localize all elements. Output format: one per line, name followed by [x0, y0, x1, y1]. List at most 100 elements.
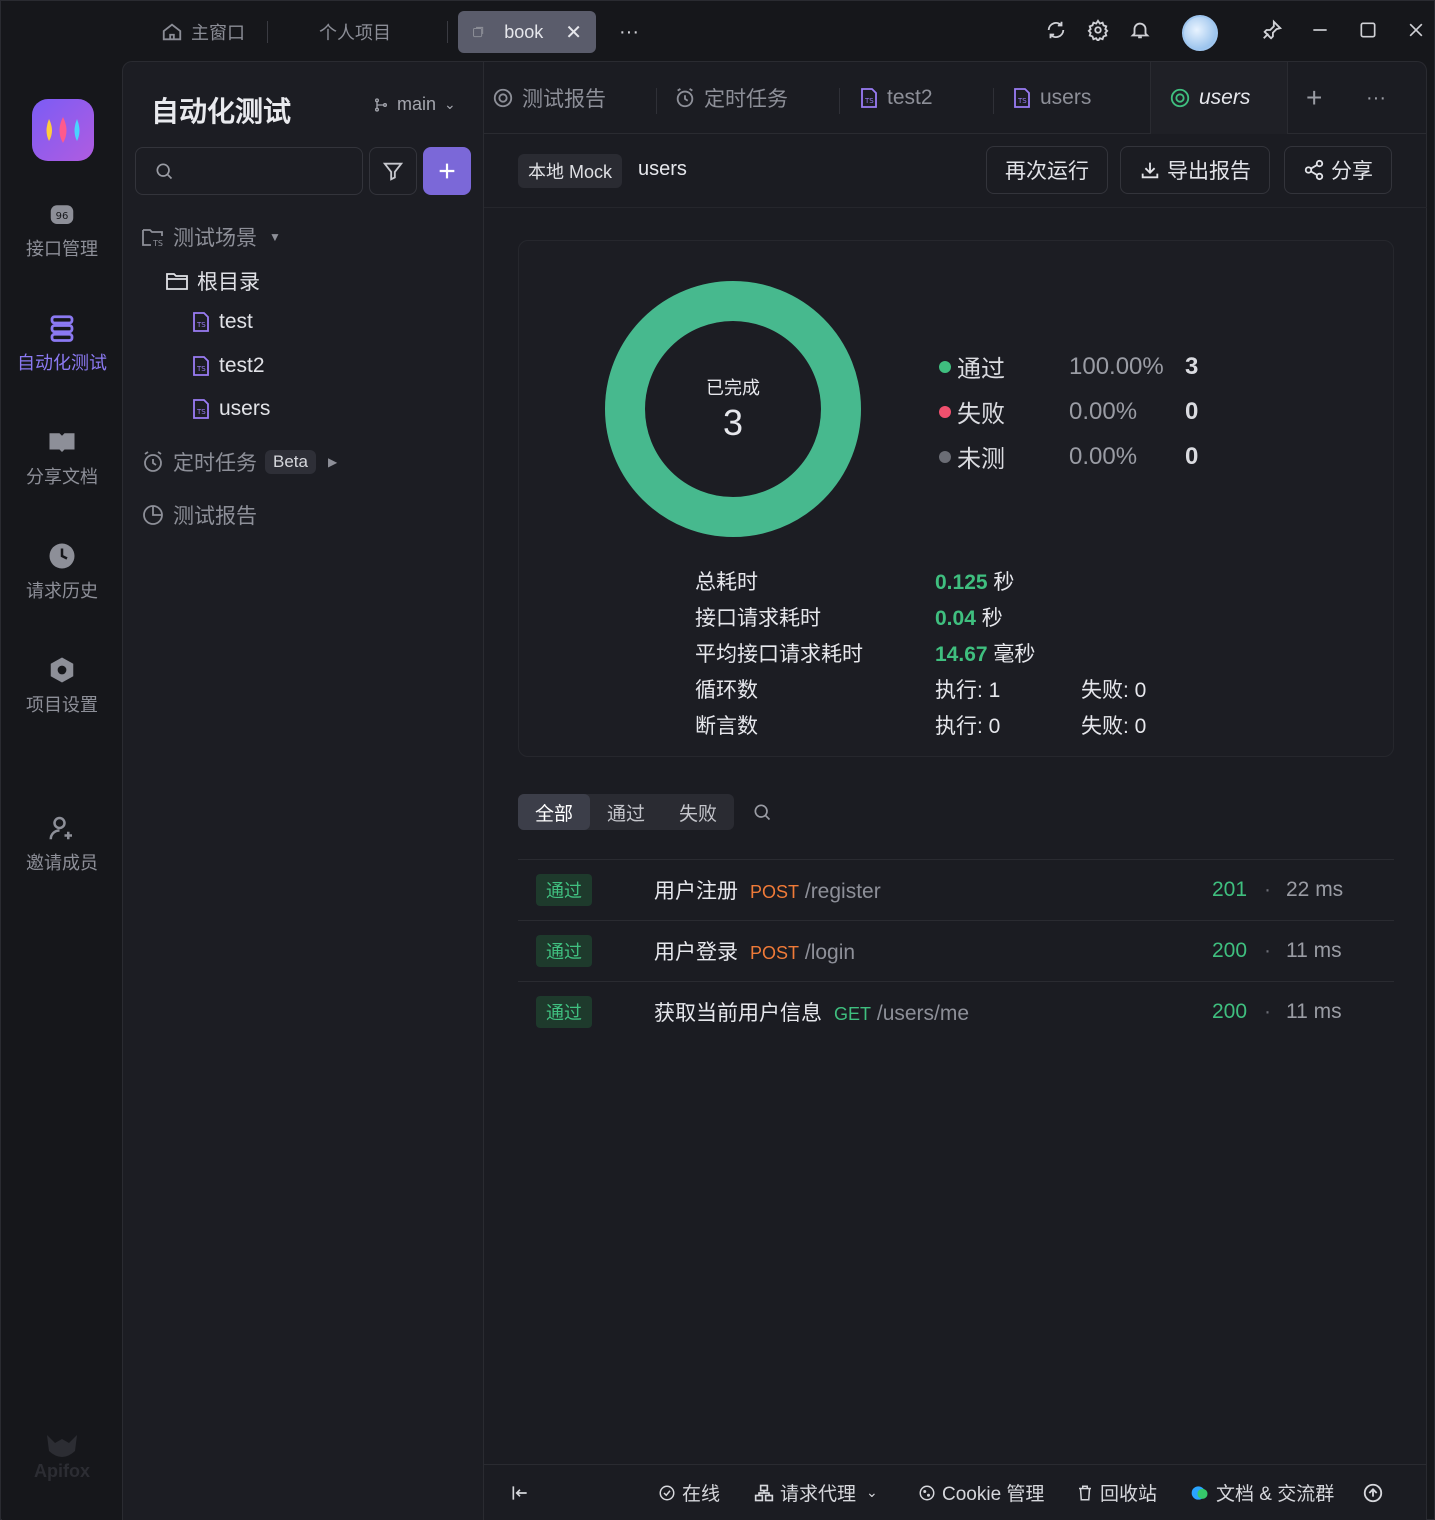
status-code: 200: [1212, 939, 1248, 962]
rail-item-history[interactable]: 请求历史: [2, 541, 122, 603]
tab-schedule[interactable]: 定时任务: [674, 62, 788, 134]
tree-schedule[interactable]: 定时任务 Beta ▶: [141, 447, 337, 477]
duration: 22 ms: [1286, 878, 1344, 901]
minimize-icon[interactable]: [1307, 17, 1333, 43]
ts-file-icon: TS: [193, 356, 209, 376]
result-row[interactable]: 通过 用户登录 POST /login 200 · 11 ms: [518, 920, 1394, 981]
filter-fail[interactable]: 失败: [662, 794, 734, 830]
tree-scenarios[interactable]: TS 测试场景 ▼: [141, 222, 281, 252]
upload-icon[interactable]: [1362, 1482, 1384, 1504]
stat-unit: 秒: [981, 607, 1003, 630]
tab-overflow-button[interactable]: ···: [1366, 62, 1386, 134]
tab-label: test2: [887, 86, 933, 109]
sync-icon[interactable]: [1043, 17, 1069, 43]
tree-root-folder[interactable]: 根目录: [165, 266, 260, 296]
env-badge[interactable]: 本地 Mock: [518, 154, 623, 188]
filter-all[interactable]: 全部: [518, 794, 591, 830]
rail-item-settings[interactable]: 项目设置: [2, 655, 122, 717]
status-code: 200: [1212, 1000, 1248, 1023]
close-window-icon[interactable]: [1403, 17, 1429, 43]
tree-file-users[interactable]: TS users: [191, 397, 270, 421]
rail-item-invite[interactable]: 邀请成员: [2, 813, 122, 875]
export-report-button[interactable]: 导出报告: [1120, 146, 1270, 194]
share-button[interactable]: 分享: [1284, 146, 1392, 194]
add-button[interactable]: [423, 147, 471, 195]
status-label: 请求代理: [780, 1484, 857, 1505]
svg-text:96: 96: [56, 211, 69, 222]
tab-test-report[interactable]: 测试报告: [492, 62, 606, 134]
gear-icon[interactable]: [1085, 17, 1111, 43]
button-label: 再次运行: [1005, 160, 1089, 183]
maximize-icon[interactable]: [1355, 17, 1381, 43]
search-icon[interactable]: [752, 802, 772, 827]
result-row[interactable]: 通过 用户注册 POST /register 201 · 22 ms: [518, 859, 1394, 920]
status-bar: 在线 请求代理 ⌄ Cookie 管理 回收站 文档 & 交流群: [484, 1464, 1427, 1520]
more-tabs-button[interactable]: ···: [619, 11, 639, 53]
tab-label: users: [1040, 86, 1092, 109]
tab-users-run[interactable]: users: [1150, 62, 1288, 134]
tab-users-file[interactable]: TS users: [1012, 62, 1091, 134]
window-tab-label: 个人项目: [319, 23, 391, 43]
cookie-manager[interactable]: Cookie 管理: [918, 1479, 1044, 1506]
new-tab-button[interactable]: +: [1306, 62, 1322, 134]
proxy-menu[interactable]: 请求代理 ⌄: [754, 1479, 878, 1506]
tree-label: test: [219, 310, 253, 333]
window-tab-personal[interactable]: 个人项目: [319, 11, 391, 53]
tree-file-test[interactable]: TS test: [191, 310, 253, 334]
stat-label: 总耗时: [695, 571, 758, 594]
window-tab-main[interactable]: 主窗口: [161, 11, 245, 53]
rail-item-label: 自动化测试: [17, 353, 107, 373]
recycle-bin[interactable]: 回收站: [1076, 1479, 1157, 1506]
trash-icon: [1079, 1485, 1091, 1500]
rail-item-label: 请求历史: [26, 581, 98, 601]
api-icon: 96: [50, 205, 74, 224]
chevron-down-icon: ⌄: [444, 96, 456, 112]
tab-test2[interactable]: TS test2: [859, 62, 933, 134]
report-toolbar: 本地 Mock users 再次运行 导出报告 分享: [484, 134, 1427, 208]
pin-icon[interactable]: [1259, 17, 1285, 43]
filter-pass[interactable]: 通过: [590, 794, 662, 830]
cookie-icon: [919, 1485, 935, 1500]
filter-button[interactable]: [369, 147, 417, 195]
stat-loops-exec: 执行: 1: [935, 679, 1001, 702]
separator-dot: ·: [1264, 878, 1271, 901]
legend-fail: 失败 0.00% 0: [939, 394, 1198, 429]
request-name: 获取当前用户信息: [654, 1002, 822, 1025]
search-input[interactable]: [135, 147, 363, 195]
docs-community[interactable]: 文档 & 交流群: [1190, 1479, 1334, 1506]
tab-label: 定时任务: [704, 88, 788, 111]
status-badge: 通过: [536, 935, 592, 967]
stat-assert-exec: 执行: 0: [935, 715, 1001, 738]
legend-label: 失败: [957, 401, 1005, 428]
rail-item-automation[interactable]: 自动化测试: [2, 313, 122, 375]
result-row[interactable]: 通过 获取当前用户信息 GET /users/me 200 · 11 ms: [518, 981, 1394, 1042]
window-tab-book[interactable]: book ✕: [458, 11, 596, 53]
chevron-down-icon: ⌄: [866, 1484, 878, 1500]
rail-item-docs[interactable]: 分享文档: [2, 427, 122, 489]
book-icon: [49, 433, 75, 452]
status-label: Cookie 管理: [942, 1484, 1045, 1505]
stat-unit: 秒: [993, 571, 1015, 594]
method-label: POST: [750, 943, 800, 963]
ts-file-icon: TS: [861, 88, 877, 108]
legend-dot: [939, 360, 951, 373]
svg-text:TS: TS: [196, 365, 206, 373]
status-badge: 通过: [536, 996, 592, 1028]
tree-file-test2[interactable]: TS test2: [191, 354, 265, 378]
legend-dot: [939, 450, 951, 463]
close-icon[interactable]: ✕: [565, 20, 582, 45]
panel-title: 自动化测试: [151, 96, 292, 127]
request-endpoint: GET /users/me: [834, 1002, 969, 1026]
rail-item-api[interactable]: 96 接口管理: [2, 199, 122, 261]
stat-assert-fail: 失败: 0: [1081, 715, 1147, 738]
svg-text:TS: TS: [152, 239, 163, 248]
branch-selector[interactable]: main ⌄: [373, 94, 456, 115]
bell-icon[interactable]: [1127, 17, 1153, 43]
online-status[interactable]: 在线: [658, 1479, 720, 1506]
legend-count: 0: [1185, 442, 1199, 470]
rail-item-label: 接口管理: [26, 239, 98, 259]
avatar[interactable]: [1182, 15, 1218, 51]
tree-reports[interactable]: 测试报告: [141, 500, 257, 530]
collapse-sidebar-icon[interactable]: [510, 1483, 530, 1503]
rerun-button[interactable]: 再次运行: [986, 146, 1108, 194]
